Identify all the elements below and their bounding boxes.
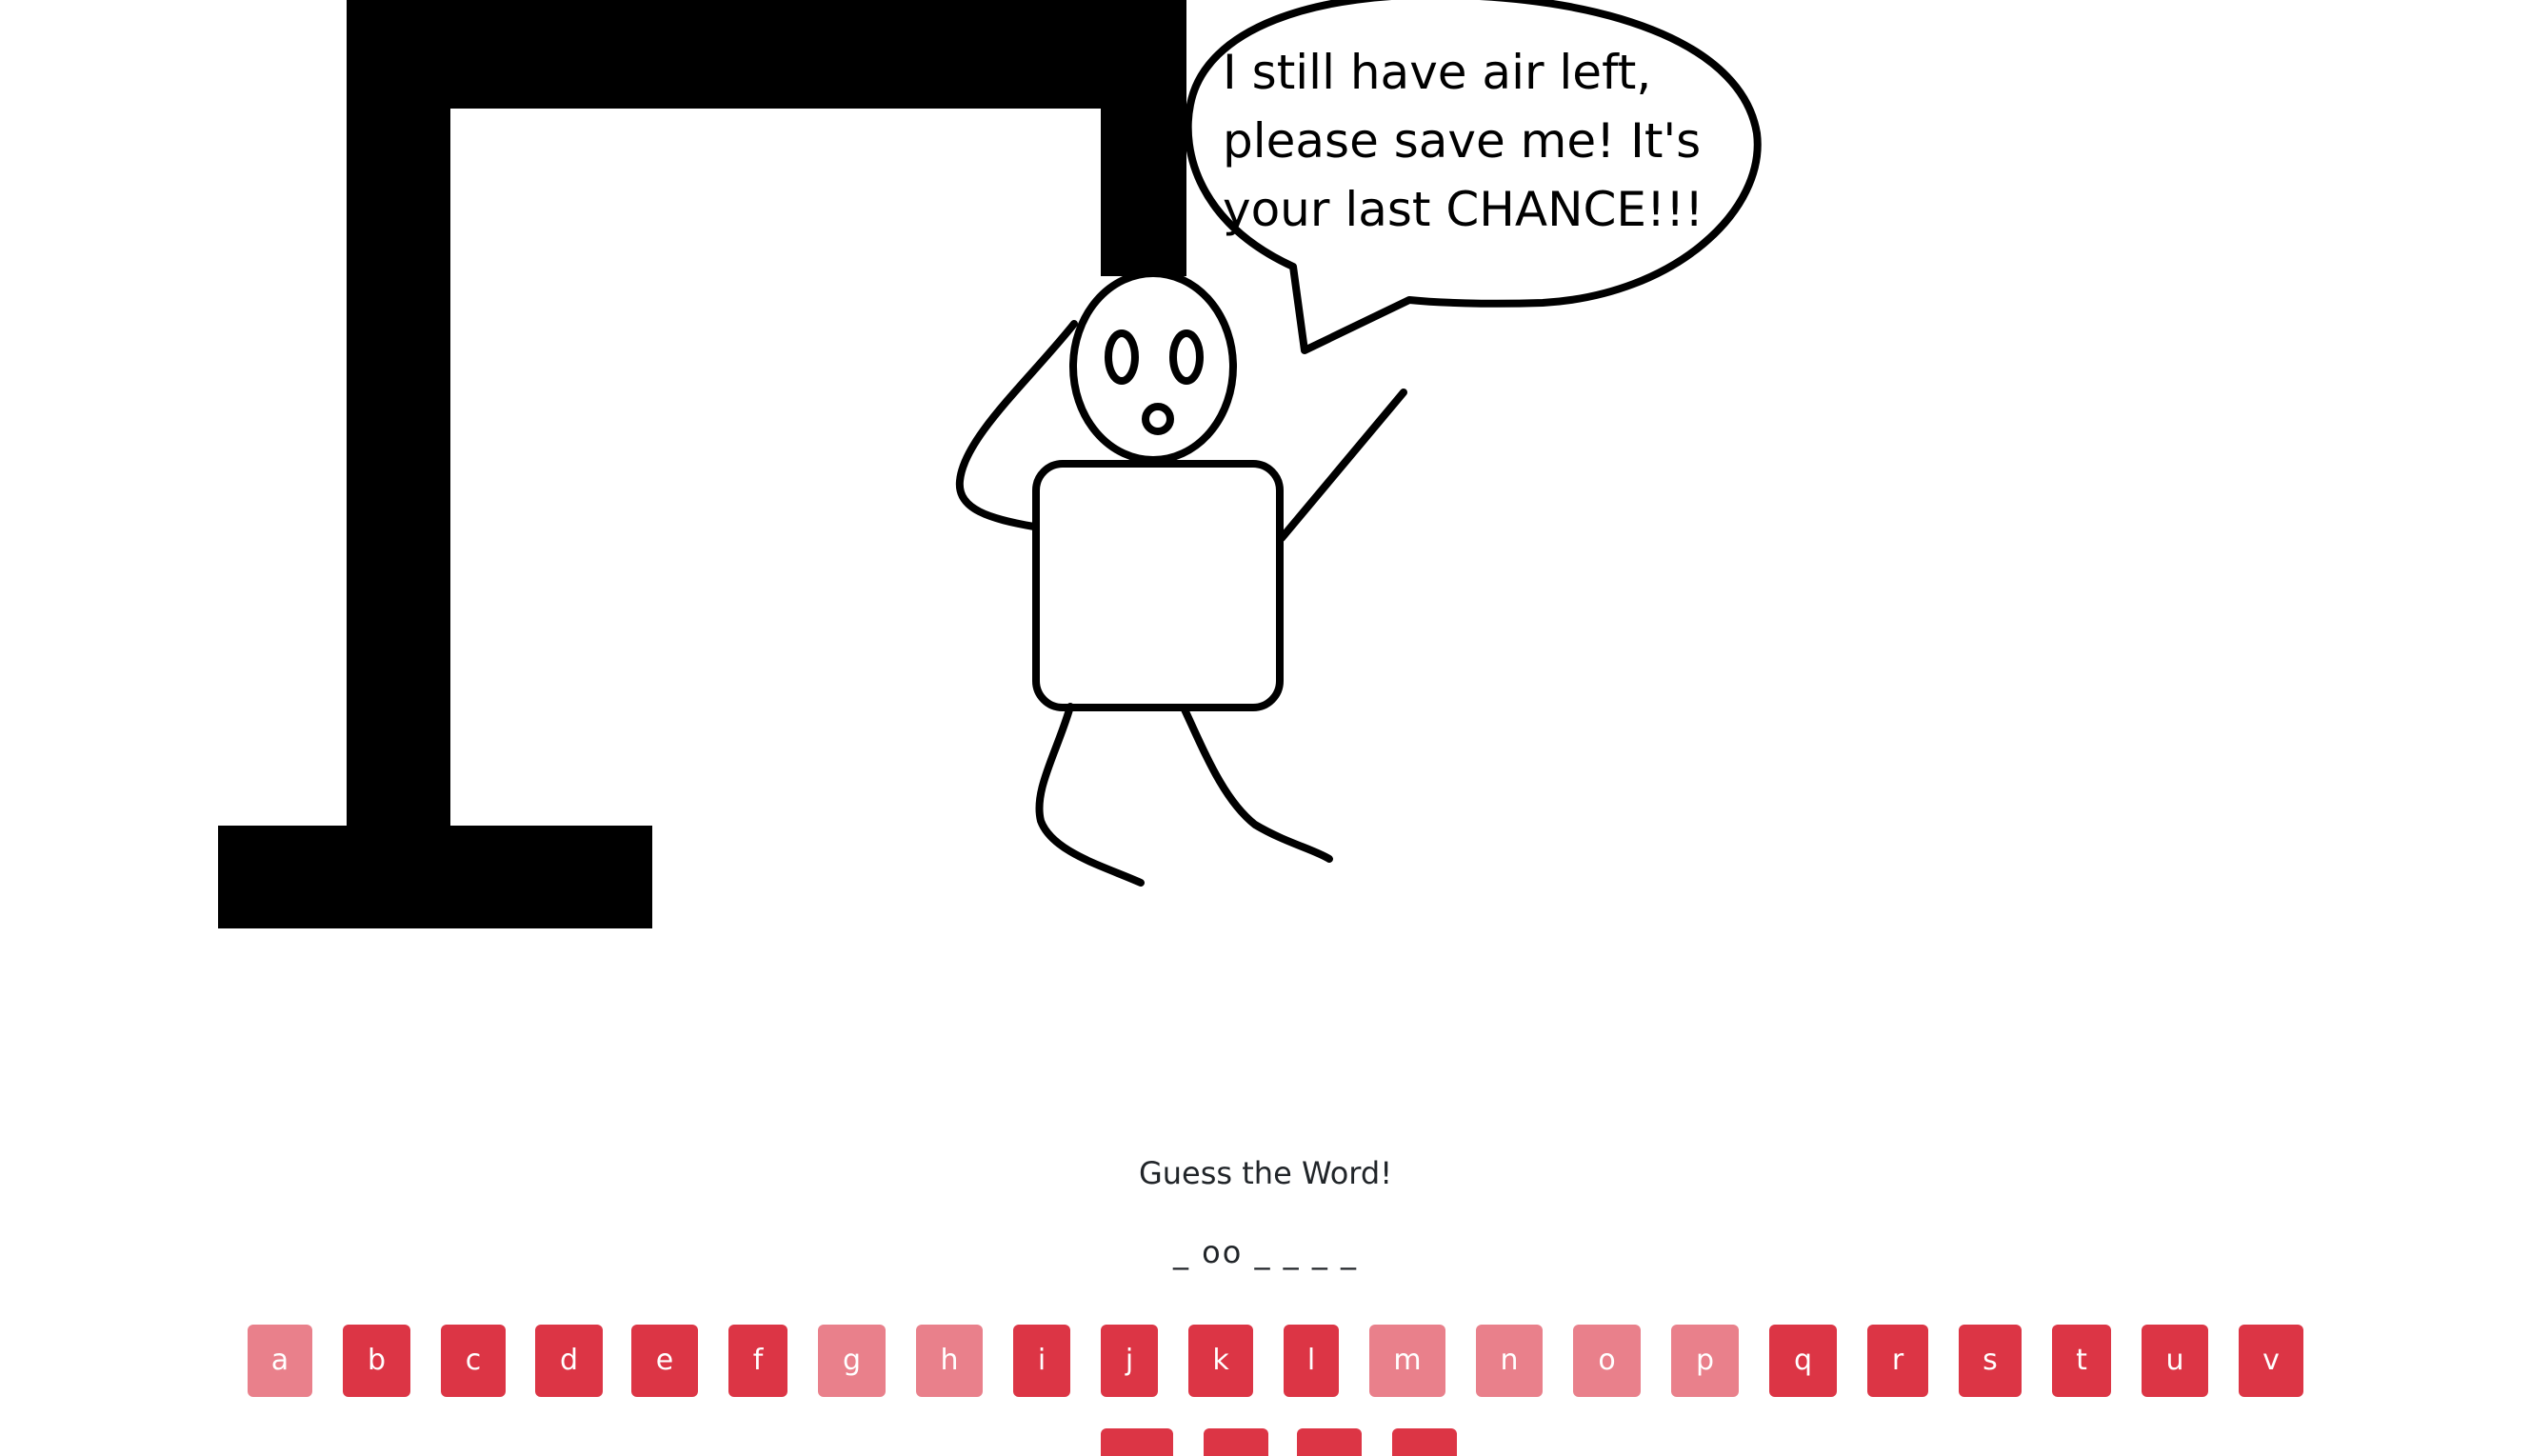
gallows-pole xyxy=(347,0,450,828)
letter-key-v[interactable]: v xyxy=(2239,1325,2303,1397)
letter-key-q[interactable]: q xyxy=(1769,1325,1837,1397)
letter-key-m[interactable]: m xyxy=(1369,1325,1445,1397)
letter-key-l[interactable]: l xyxy=(1284,1325,1339,1397)
letter-key-h[interactable]: h xyxy=(916,1325,983,1397)
figure-right-leg xyxy=(1181,706,1333,863)
speech-line-3: your last CHANCE!!! xyxy=(1223,182,1704,237)
figure-left-eye xyxy=(1105,329,1139,385)
gallows-base xyxy=(218,826,652,928)
speech-bubble-text: I still have air left, please save me! I… xyxy=(1223,38,1737,244)
gallows-rope xyxy=(1101,0,1186,276)
speech-line-1: I still have air left, xyxy=(1223,45,1652,100)
speech-line-2: please save me! It's xyxy=(1223,113,1702,169)
letter-key-i[interactable]: i xyxy=(1013,1325,1070,1397)
letter-key-a[interactable]: a xyxy=(248,1325,312,1397)
stick-figure xyxy=(955,269,1407,887)
letter-key-r[interactable]: r xyxy=(1867,1325,1928,1397)
letter-key-u[interactable]: u xyxy=(2142,1325,2208,1397)
figure-right-arm xyxy=(1278,389,1407,542)
figure-body xyxy=(1032,460,1284,711)
game-stage: I still have air left, please save me! I… xyxy=(0,0,2531,1456)
word-display: _ oo _ _ _ _ xyxy=(1172,1234,1358,1270)
letter-key-row2-1[interactable] xyxy=(1101,1428,1173,1456)
gallows-beam xyxy=(347,0,1186,109)
game-prompt: Guess the Word! xyxy=(1138,1155,1393,1191)
letter-key-o[interactable]: o xyxy=(1573,1325,1641,1397)
letter-key-k[interactable]: k xyxy=(1188,1325,1253,1397)
letter-key-d[interactable]: d xyxy=(535,1325,603,1397)
letter-key-b[interactable]: b xyxy=(343,1325,410,1397)
letter-key-f[interactable]: f xyxy=(728,1325,787,1397)
letter-key-row2-3[interactable] xyxy=(1297,1428,1362,1456)
letter-key-row2-2[interactable] xyxy=(1204,1428,1268,1456)
figure-left-arm xyxy=(955,320,1078,530)
letter-key-c[interactable]: c xyxy=(441,1325,506,1397)
figure-mouth xyxy=(1142,403,1174,435)
letter-key-row2-4[interactable] xyxy=(1392,1428,1457,1456)
letter-key-s[interactable]: s xyxy=(1959,1325,2022,1397)
letter-key-g[interactable]: g xyxy=(818,1325,886,1397)
letter-key-e[interactable]: e xyxy=(631,1325,698,1397)
letter-key-j[interactable]: j xyxy=(1101,1325,1158,1397)
figure-right-eye xyxy=(1169,329,1204,385)
letter-key-t[interactable]: t xyxy=(2052,1325,2111,1397)
letter-key-n[interactable]: n xyxy=(1476,1325,1543,1397)
letter-key-p[interactable]: p xyxy=(1671,1325,1739,1397)
figure-left-leg xyxy=(1035,703,1145,887)
